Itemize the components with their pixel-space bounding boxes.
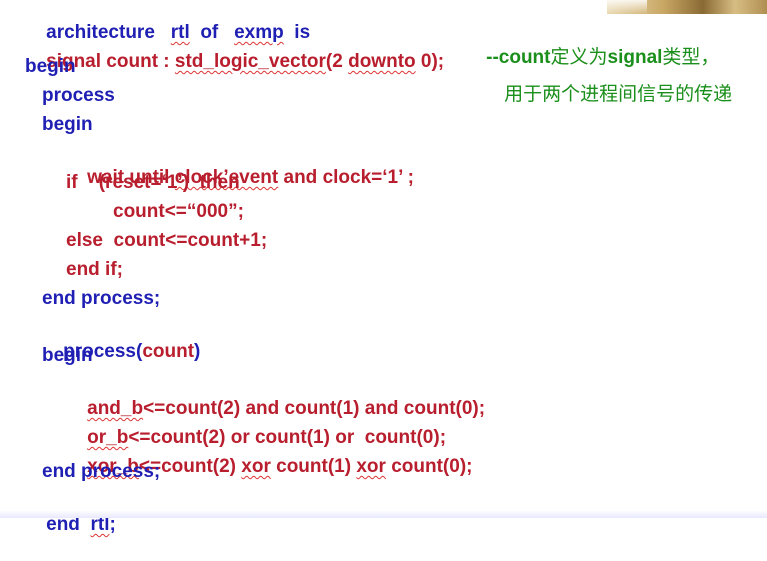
code-line-4: process: [42, 85, 115, 106]
xor-expression-2: count(1): [270, 456, 357, 477]
range-close: 0);: [415, 51, 445, 72]
code-line-7: if (reset=‘1’) then: [66, 172, 240, 193]
code-line-10: end if;: [66, 259, 123, 280]
comment-line-2: 用于两个进程间信号的传递: [483, 58, 732, 131]
operator-xor-2: xor: [356, 456, 386, 477]
slide: architecture rtl of exmp is signal count…: [0, 0, 767, 535]
code-line-17: end process;: [42, 461, 161, 482]
sensitivity-count: count: [142, 341, 195, 362]
code-line-9: else count<=count+1;: [66, 230, 268, 251]
code-line-11: end process;: [42, 288, 161, 309]
code-line-5: begin: [42, 114, 93, 135]
comment-second-line: 用于两个进程间信号的传递: [504, 83, 733, 105]
process-close: ): [194, 341, 201, 362]
operator-xor-1: xor: [241, 456, 271, 477]
keyword-downto: downto: [348, 51, 416, 72]
clock-condition: and clock=‘1’ ;: [278, 167, 414, 188]
bottom-gradient-bar: [0, 510, 767, 518]
code-line-8: count<=“000”;: [113, 201, 244, 222]
type-std-logic-vector: std_logic_vector: [174, 51, 326, 72]
xor-expression-3: count(0);: [385, 456, 473, 477]
decorative-header-strip: [607, 0, 767, 14]
code-line-13: begin: [42, 345, 93, 366]
code-line-18: end rtl;: [25, 489, 116, 561]
range-open: (2: [325, 51, 349, 72]
code-line-3: begin: [25, 56, 76, 77]
